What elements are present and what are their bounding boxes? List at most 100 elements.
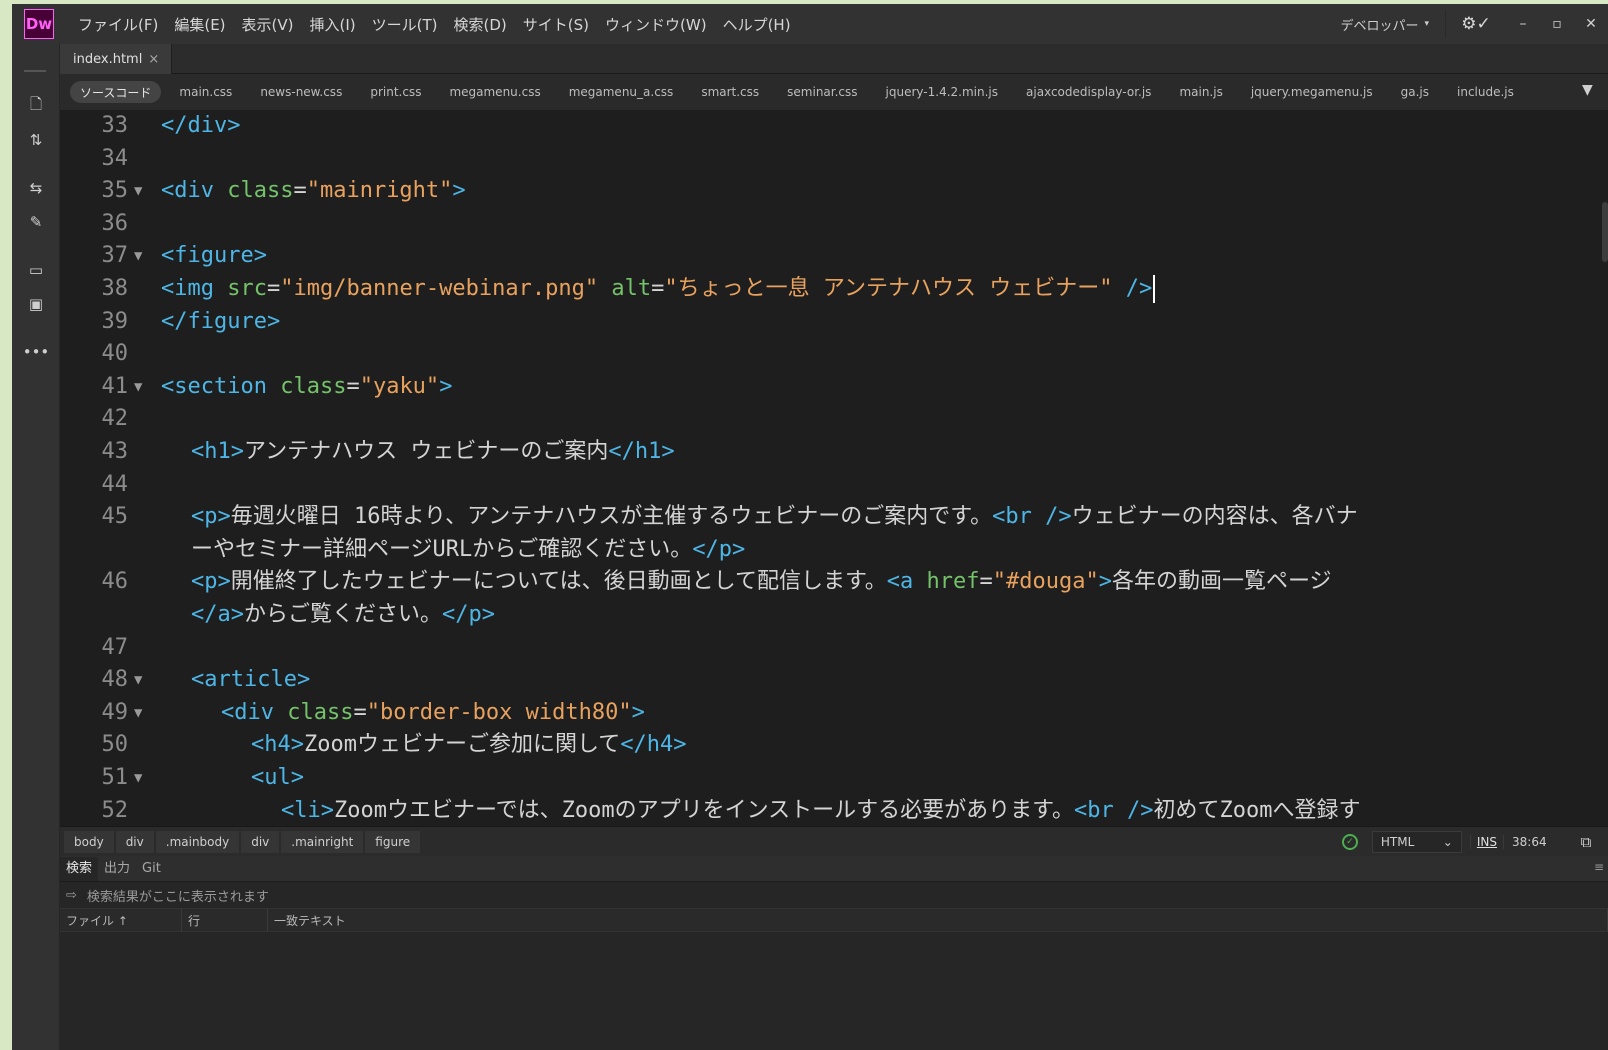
menu-item[interactable]: ツール(T) bbox=[364, 14, 446, 35]
menu-item[interactable]: ファイル(F) bbox=[70, 14, 166, 35]
more-tools-icon[interactable]: ••• bbox=[23, 340, 50, 364]
panel-menu-icon[interactable]: ≡ bbox=[1594, 860, 1604, 874]
remove-comment-icon[interactable]: ▣ bbox=[24, 292, 48, 316]
code-text: ーやセミナー詳細ページURLからご確認ください。</p> bbox=[191, 534, 745, 566]
menu-item[interactable]: 編集(E) bbox=[166, 14, 233, 35]
related-file[interactable]: jquery.megamenu.js bbox=[1237, 85, 1387, 99]
toolbar-grip[interactable] bbox=[24, 70, 46, 72]
related-file[interactable]: ajaxcodedisplay-or.js bbox=[1012, 85, 1165, 99]
code-token: "yaku" bbox=[359, 373, 440, 399]
code-token: > bbox=[439, 373, 453, 399]
related-file[interactable]: print.css bbox=[356, 85, 435, 99]
minimize-button[interactable]: – bbox=[1506, 16, 1540, 32]
menu-item[interactable]: ウィンドウ(W) bbox=[597, 14, 715, 35]
related-file[interactable]: main.js bbox=[1165, 85, 1236, 99]
related-file[interactable]: ga.js bbox=[1387, 85, 1443, 99]
code-token: "#douga" bbox=[992, 569, 1099, 595]
code-token: 初めてZoomへ登録す bbox=[1153, 797, 1361, 823]
fold-toggle-icon[interactable]: ▼ bbox=[134, 697, 142, 729]
code-token: class bbox=[280, 373, 347, 399]
results-table-header: ファイル ↑ 行 一致テキスト bbox=[60, 908, 1608, 932]
column-file[interactable]: ファイル ↑ bbox=[60, 909, 182, 931]
menu-item[interactable]: サイト(S) bbox=[515, 14, 597, 35]
code-text: <ul> bbox=[251, 762, 304, 794]
panel-tab[interactable]: 検索 bbox=[60, 857, 99, 881]
related-files-bar: ソースコード main.css news-new.css print.css mega… bbox=[60, 74, 1608, 110]
related-file[interactable]: main.css bbox=[165, 85, 246, 99]
workspace-switcher[interactable]: デベロッパー ▾ bbox=[1324, 10, 1446, 38]
line-number: 33 bbox=[101, 113, 129, 138]
fold-toggle-icon[interactable]: ▼ bbox=[134, 762, 142, 794]
export-icon[interactable]: ⇨ bbox=[66, 888, 77, 903]
related-file[interactable]: megamenu.css bbox=[435, 85, 554, 99]
related-file[interactable]: news-new.css bbox=[246, 85, 356, 99]
code-token: </p> bbox=[442, 602, 495, 627]
line-number: 38 bbox=[101, 276, 129, 301]
vertical-scrollbar[interactable] bbox=[1602, 202, 1608, 262]
related-file[interactable]: jquery-1.4.2.min.js bbox=[872, 85, 1012, 99]
document-type-select[interactable]: HTML ⌄ bbox=[1371, 831, 1462, 853]
column-line[interactable]: 行 bbox=[182, 909, 268, 931]
breadcrumb-item[interactable]: div bbox=[241, 830, 280, 853]
breadcrumb-item[interactable]: figure bbox=[365, 830, 421, 853]
menu-item[interactable]: 挿入(I) bbox=[302, 14, 364, 35]
breadcrumb-item[interactable]: .mainright bbox=[281, 830, 364, 853]
menu-item[interactable]: 検索(D) bbox=[446, 14, 515, 35]
tab-index-html[interactable]: index.html × bbox=[60, 44, 173, 74]
code-token: <p> bbox=[191, 569, 231, 595]
breadcrumb-item[interactable]: div bbox=[115, 830, 154, 853]
text-cursor bbox=[1153, 275, 1156, 303]
sync-settings-icon[interactable]: ⚙✓ bbox=[1446, 14, 1506, 34]
menu-item[interactable]: 表示(V) bbox=[234, 14, 302, 35]
fold-toggle-icon[interactable]: ▼ bbox=[134, 240, 142, 272]
real-time-preview-icon[interactable]: ⧉ bbox=[1564, 833, 1608, 851]
apply-comment-icon[interactable]: ▭ bbox=[24, 258, 48, 282]
code-token: 各年の動画一覧ページ bbox=[1112, 569, 1332, 595]
menu-item[interactable]: ヘルプ(H) bbox=[715, 14, 799, 35]
code-text: <p>毎週火曜日 16時より、アンテナハウスが主催するウェビナーのご案内です。<… bbox=[191, 501, 1358, 533]
code-token: <br /> bbox=[1074, 797, 1154, 823]
related-file[interactable]: include.js bbox=[1443, 85, 1528, 99]
breadcrumb-item[interactable]: .mainbody bbox=[155, 830, 240, 853]
line-number: 46 bbox=[101, 569, 129, 595]
main-menu: ファイル(F) 編集(E) 表示(V) 挿入(I) ツール(T) 検索(D) サイト(S) ウ… bbox=[70, 14, 799, 35]
panel-tab[interactable]: 出力 bbox=[98, 857, 136, 881]
breadcrumb-item[interactable]: body bbox=[64, 830, 114, 853]
close-button[interactable]: ✕ bbox=[1574, 16, 1608, 32]
panel-tab[interactable]: Git bbox=[136, 857, 167, 881]
code-editor[interactable]: 33 </div> 34 35 ▼ <div class="mainright"> 36 37… bbox=[60, 110, 1608, 826]
status-bar: body div .mainbody div .mainright figure ✓ HT… bbox=[60, 826, 1608, 856]
format-source-icon[interactable]: ✎ bbox=[24, 210, 48, 234]
open-documents-icon[interactable]: 🗋 bbox=[24, 94, 48, 118]
filter-icon[interactable]: ▼ bbox=[1582, 82, 1602, 102]
fold-toggle-icon[interactable]: ▼ bbox=[134, 664, 142, 696]
fold-toggle-icon[interactable]: ▼ bbox=[134, 371, 142, 403]
related-file[interactable]: megamenu_a.css bbox=[555, 85, 688, 99]
workspace-label: デベロッパー bbox=[1340, 18, 1419, 34]
code-token: <ul> bbox=[251, 765, 304, 790]
fold-toggle-icon[interactable]: ▼ bbox=[134, 175, 142, 207]
maximize-button[interactable]: ▫ bbox=[1540, 16, 1574, 32]
search-results-message: 検索結果がここに表示されます bbox=[86, 889, 269, 905]
chevron-down-icon: ▾ bbox=[1424, 19, 1429, 29]
line-number: 48 bbox=[101, 667, 129, 693]
chevron-down-icon: ⌄ bbox=[1442, 835, 1453, 849]
code-token: > bbox=[631, 699, 645, 725]
column-match-text[interactable]: 一致テキスト bbox=[268, 909, 1608, 931]
related-file[interactable]: smart.css bbox=[687, 85, 773, 99]
insert-mode-toggle[interactable]: INS bbox=[1469, 835, 1504, 849]
related-file[interactable]: seminar.css bbox=[773, 85, 871, 99]
line-number: 47 bbox=[101, 634, 129, 660]
code-token: <br /> bbox=[992, 504, 1072, 530]
source-code-button[interactable]: ソースコード bbox=[70, 81, 162, 103]
no-errors-icon[interactable]: ✓ bbox=[1341, 834, 1358, 850]
code-token: アンテナハウス ウェビナーのご案内 bbox=[243, 439, 609, 464]
close-tab-icon[interactable]: × bbox=[148, 52, 159, 67]
code-token: /> bbox=[1125, 276, 1153, 301]
expand-collapse-icon[interactable]: ⇆ bbox=[24, 176, 48, 200]
code-text: <section class="yaku"> bbox=[161, 371, 452, 403]
file-management-icon[interactable]: ⇅ bbox=[24, 128, 48, 152]
line-number: 43 bbox=[101, 439, 129, 464]
code-token: </div> bbox=[161, 113, 241, 138]
code-token: = bbox=[979, 569, 993, 595]
